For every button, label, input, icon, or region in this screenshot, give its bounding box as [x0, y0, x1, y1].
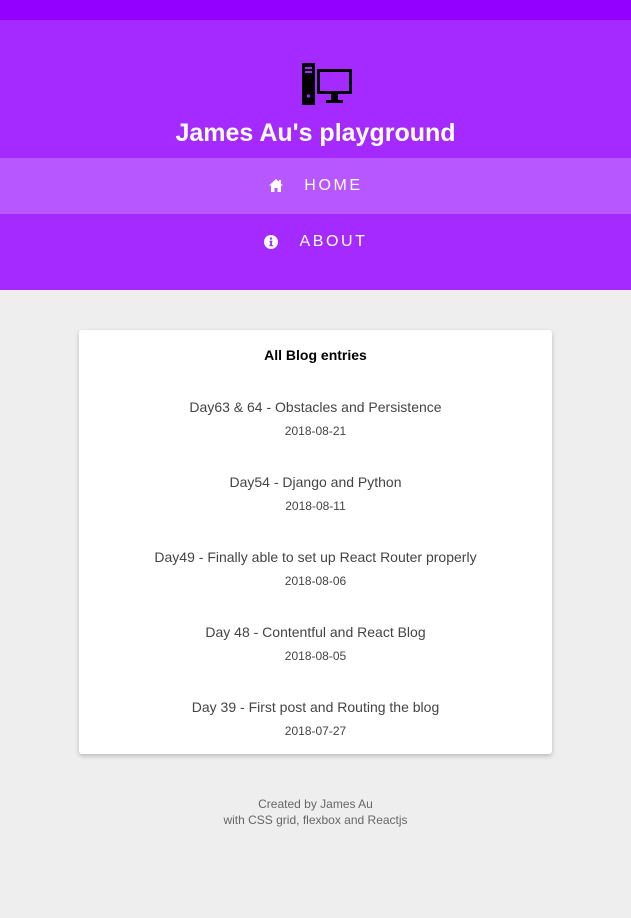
blog-entry[interactable]: Day49 - Finally able to set up React Rou…	[79, 548, 552, 589]
blog-entry-date: 2018-08-21	[284, 424, 347, 438]
blog-entry-date: 2018-08-06	[284, 574, 347, 588]
blog-entry[interactable]: Day 48 - Contentful and React Blog 2018-…	[79, 623, 552, 664]
top-bar	[0, 0, 631, 20]
blog-entry[interactable]: Day54 - Django and Python 2018-08-11	[79, 473, 552, 514]
nav-item-about[interactable]: ABOUT	[0, 214, 631, 270]
blog-entry-date: 2018-08-11	[285, 499, 346, 513]
site-header: James Au's playground HOME ABOUT	[0, 20, 631, 290]
card-title: All Blog entries	[264, 347, 367, 363]
footer-credit: Created by James Au	[258, 797, 373, 811]
blog-entry-title[interactable]: Day49 - Finally able to set up React Rou…	[79, 548, 552, 566]
footer-tech: with CSS grid, flexbox and Reactjs	[223, 813, 408, 827]
site-footer: Created by James Au with CSS grid, flexb…	[0, 796, 631, 828]
blog-entry-title[interactable]: Day 39 - First post and Routing the blog	[79, 698, 552, 716]
nav-item-label: HOME	[304, 177, 363, 194]
blog-entry[interactable]: Day 39 - First post and Routing the blog…	[79, 698, 552, 739]
info-icon	[264, 235, 279, 249]
blog-entry-title[interactable]: Day 48 - Contentful and React Blog	[79, 623, 552, 641]
blog-entry-date: 2018-08-05	[284, 649, 347, 663]
blog-entries-card: All Blog entries Day63 & 64 - Obstacles …	[79, 330, 552, 754]
home-icon	[269, 179, 284, 192]
computer-tower-monitor-icon	[302, 63, 352, 105]
blog-entry[interactable]: Day63 & 64 - Obstacles and Persistence 2…	[79, 398, 552, 439]
site-title[interactable]: James Au's playground	[0, 117, 631, 149]
blog-entry-title[interactable]: Day54 - Django and Python	[79, 473, 552, 491]
nav-item-label: ABOUT	[299, 233, 368, 250]
nav-item-home[interactable]: HOME	[0, 158, 631, 214]
blog-entry-title[interactable]: Day63 & 64 - Obstacles and Persistence	[79, 398, 552, 416]
blog-entry-date: 2018-07-27	[284, 724, 347, 738]
